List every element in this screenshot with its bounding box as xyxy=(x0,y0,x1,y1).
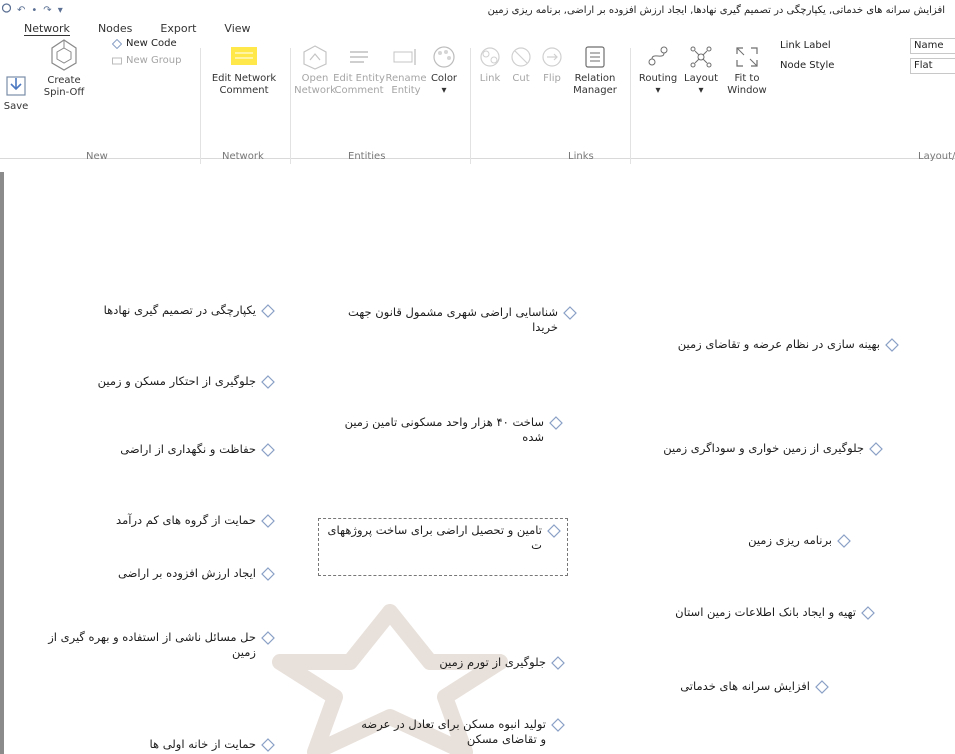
edit-network-comment-button[interactable]: Edit Network Comment xyxy=(208,44,280,97)
code-diamond-icon xyxy=(869,442,883,456)
node-item[interactable]: ایجاد ارزش افزوده بر اراضی xyxy=(38,561,282,586)
node-item[interactable]: یکپارچگی در تصمیم گیری نهادها xyxy=(38,298,282,323)
group-separator xyxy=(470,48,471,164)
cut-icon xyxy=(511,47,531,67)
group-separator xyxy=(630,48,631,164)
node-item[interactable]: افزایش سرانه های خدماتی xyxy=(612,674,836,699)
link-label-field: Link Label xyxy=(780,40,831,51)
open-network-icon xyxy=(303,45,327,70)
node-item-selected[interactable]: تامین و تحصیل اراضی برای ساخت پروژههای ت xyxy=(318,518,568,576)
node-item[interactable]: جلوگیری از احتکار مسکن و زمین xyxy=(38,369,282,394)
code-diamond-icon xyxy=(551,656,565,670)
node-item[interactable]: حل مسائل ناشی از استفاده و بهره گیری از … xyxy=(38,625,282,665)
group-label-network: Network xyxy=(222,151,264,162)
tab-network[interactable]: Network xyxy=(18,20,84,38)
code-diamond-icon xyxy=(261,304,275,318)
canvas-left-border xyxy=(0,172,4,754)
code-diamond-icon xyxy=(261,738,275,752)
fit-to-window-button[interactable]: Fit to Window xyxy=(724,44,770,97)
node-item[interactable]: برنامه ریزی زمین xyxy=(664,528,858,553)
quick-access-toolbar: ↶ • ↷ ▾ xyxy=(1,2,63,19)
app-icon[interactable] xyxy=(1,2,12,19)
code-diamond-icon xyxy=(551,718,565,732)
code-diamond-icon xyxy=(815,680,829,694)
code-diamond-icon xyxy=(261,514,275,528)
node-item[interactable]: ساخت ۴۰ هزار واحد مسکونی تامین زمین شده xyxy=(316,410,570,450)
redo-icon[interactable]: ↷ xyxy=(43,4,51,18)
node-item[interactable]: حمایت از خانه اولی ها xyxy=(38,732,282,754)
undo-icon[interactable]: ↶ xyxy=(17,4,25,18)
node-item[interactable]: حفاظت و نگهداری از اراضی xyxy=(38,437,282,462)
cut-button[interactable]: Cut xyxy=(506,44,536,85)
flip-icon xyxy=(542,47,562,67)
code-diamond-icon xyxy=(261,443,275,457)
group-separator xyxy=(200,48,201,164)
group-label-layout: Layout/ xyxy=(918,151,955,162)
routing-icon xyxy=(648,46,668,66)
code-diamond-icon xyxy=(563,306,577,320)
link-label-select[interactable]: Name xyxy=(910,38,955,54)
tab-export[interactable]: Export xyxy=(146,20,210,38)
color-button[interactable]: Color ▾ xyxy=(426,44,462,97)
new-group-button[interactable]: New Group xyxy=(112,55,181,66)
code-diamond-icon xyxy=(547,524,561,538)
node-item[interactable]: جلوگیری از تورم زمین xyxy=(358,650,572,675)
layout-button[interactable]: Layout ▾ xyxy=(680,44,722,97)
rename-entity-button[interactable]: Rename Entity xyxy=(384,44,428,97)
ribbon-tabs: Network Nodes Export View xyxy=(18,20,265,38)
relation-manager-button[interactable]: Relation Manager xyxy=(568,44,622,97)
chevron-down-icon: ▾ xyxy=(655,85,661,96)
network-canvas[interactable]: یکپارچگی در تصمیم گیری نهادها جلوگیری از… xyxy=(0,172,955,754)
code-diamond-icon xyxy=(861,606,875,620)
node-style-select[interactable]: Flat xyxy=(910,58,955,74)
diamond-icon xyxy=(112,38,122,49)
customize-icon[interactable]: ▾ xyxy=(58,4,63,18)
comment-icon xyxy=(231,47,257,65)
tab-nodes[interactable]: Nodes xyxy=(84,20,146,38)
flip-button[interactable]: Flip xyxy=(537,44,567,85)
group-icon xyxy=(112,57,122,64)
chevron-down-icon: ▾ xyxy=(441,85,447,96)
group-label-new: New xyxy=(86,151,108,162)
code-diamond-icon xyxy=(885,338,899,352)
node-style-field: Node Style xyxy=(780,60,835,71)
document-title: افزایش سرانه های خدماتی, یکپارچگی در تصم… xyxy=(487,5,945,16)
ribbon: Save Create Spin-Off New Code New Group … xyxy=(0,38,955,164)
link-icon xyxy=(480,47,500,67)
save-icon xyxy=(6,76,26,96)
node-item[interactable]: شناسایی اراضی شهری مشمول قانون جهت خریدا xyxy=(330,300,584,340)
code-diamond-icon xyxy=(261,375,275,389)
code-diamond-icon xyxy=(261,631,275,645)
code-diamond-icon xyxy=(261,567,275,581)
title-bar: ↶ • ↷ ▾ افزایش سرانه های خدماتی, یکپارچگ… xyxy=(0,0,955,20)
node-item[interactable]: تولید انبوه مسکن برای تعادل در عرضه و تق… xyxy=(348,712,572,752)
relation-manager-icon xyxy=(585,46,605,68)
code-diamond-icon xyxy=(837,534,851,548)
entity-comment-icon xyxy=(350,51,368,63)
rename-icon xyxy=(393,49,416,65)
link-button[interactable]: Link xyxy=(475,44,505,85)
chevron-down-icon: ▾ xyxy=(698,85,704,96)
tab-view[interactable]: View xyxy=(210,20,264,38)
edit-entity-comment-button[interactable]: Edit Entity Comment xyxy=(332,44,386,97)
spin-off-icon xyxy=(51,39,77,71)
new-code-button[interactable]: New Code xyxy=(112,38,177,49)
fit-to-window-icon xyxy=(736,47,758,67)
create-spin-off-button[interactable]: Create Spin-Off xyxy=(42,38,86,99)
group-label-links: Links xyxy=(568,151,594,162)
group-label-entities: Entities xyxy=(348,151,386,162)
routing-button[interactable]: Routing ▾ xyxy=(636,44,680,97)
open-network-button[interactable]: Open Network xyxy=(294,44,336,97)
save-button[interactable]: Save xyxy=(2,74,30,113)
node-item[interactable]: بهینه سازی در نظام عرضه و تقاضای زمین xyxy=(662,332,906,357)
code-diamond-icon xyxy=(549,416,563,430)
node-item[interactable]: حمایت از گروه های کم درآمد xyxy=(38,508,282,533)
palette-icon xyxy=(433,46,455,68)
layout-icon xyxy=(690,46,712,68)
node-item[interactable]: جلوگیری از زمین خواری و سوداگری زمین xyxy=(636,436,890,461)
node-item[interactable]: تهیه و ایجاد بانک اطلاعات زمین استان xyxy=(618,600,882,625)
group-separator xyxy=(290,48,291,164)
dot-separator-icon: • xyxy=(31,4,38,16)
